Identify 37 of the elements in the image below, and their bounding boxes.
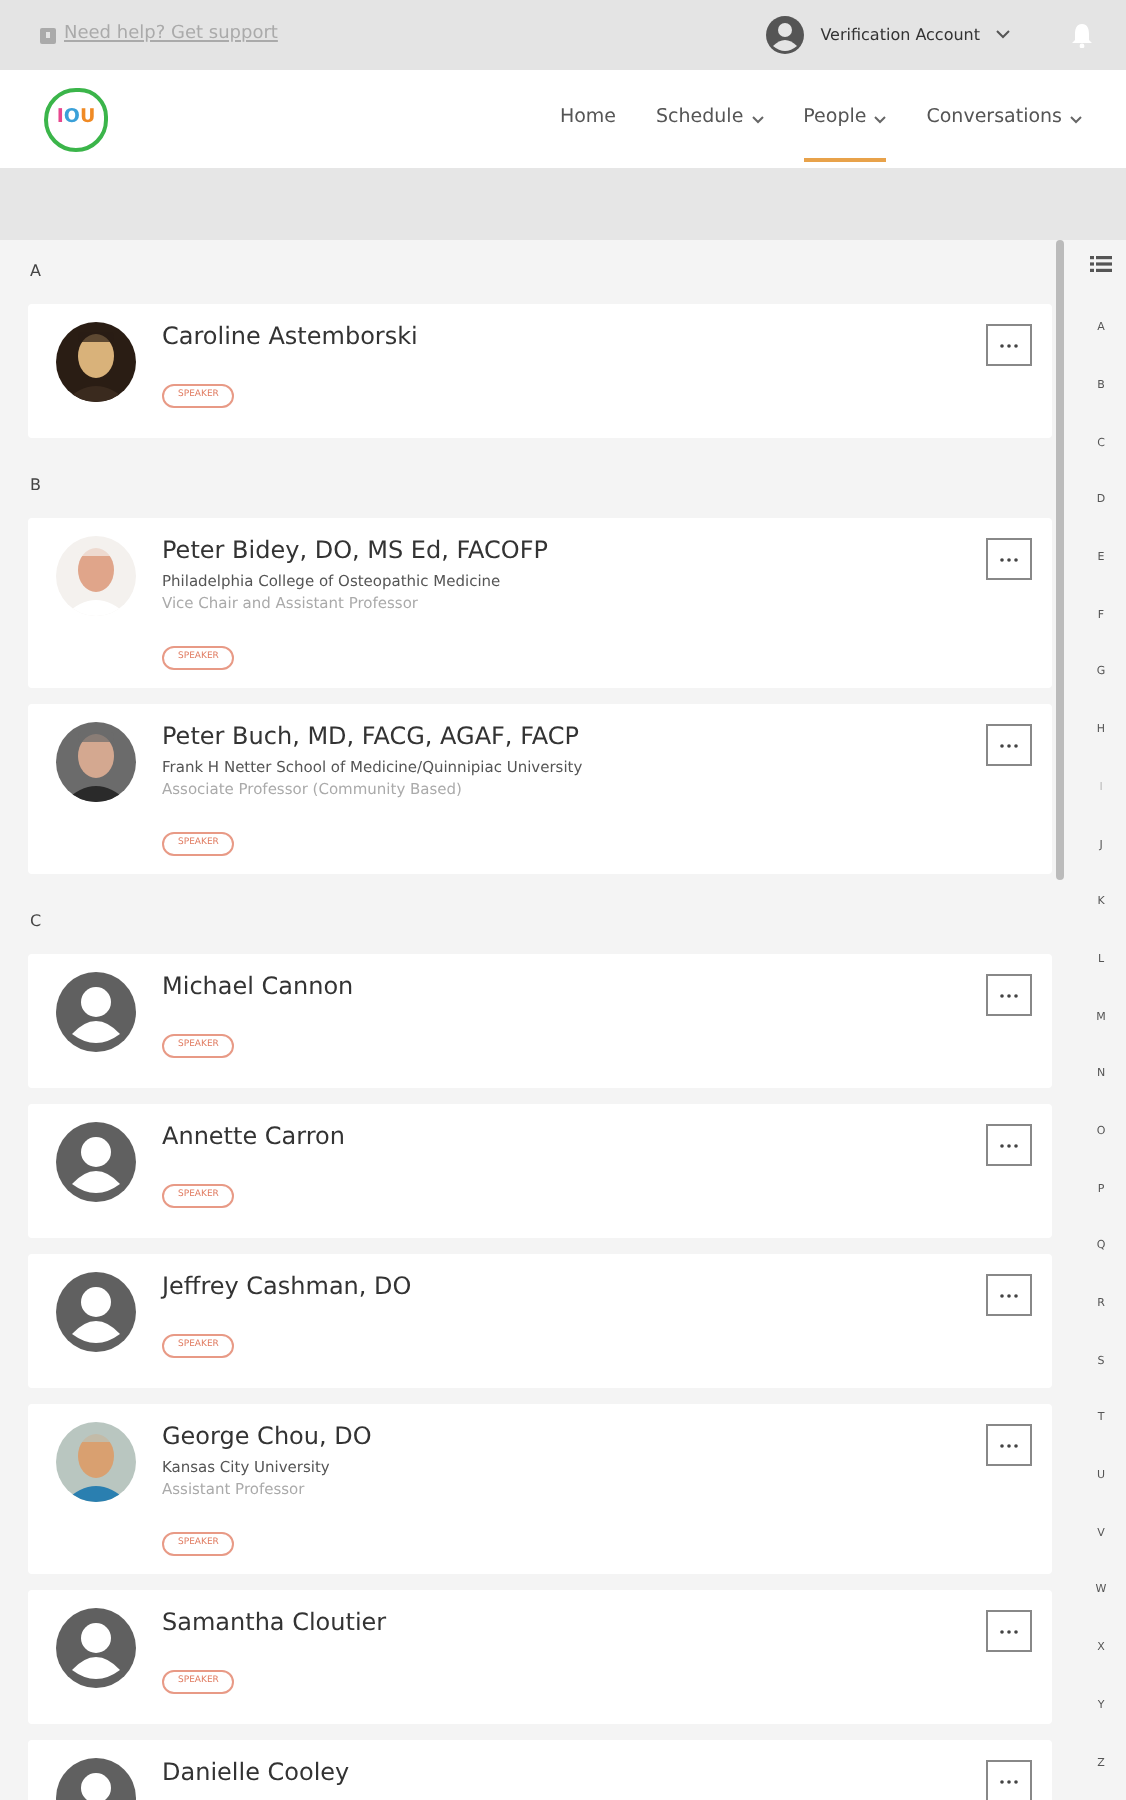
caret-icon[interactable] [996, 30, 1010, 40]
more-button[interactable] [986, 1124, 1032, 1166]
more-button[interactable] [986, 1610, 1032, 1652]
more-button[interactable] [986, 1760, 1032, 1800]
more-button[interactable] [986, 324, 1032, 366]
nav-tab[interactable]: People [803, 76, 887, 162]
help-icon[interactable] [40, 27, 56, 43]
section-letter: B [28, 474, 43, 498]
person-name: George Chou, DO [162, 1422, 374, 1452]
person-name: Peter Bidey, DO, MS Ed, FACOFP [162, 536, 551, 566]
person-card[interactable]: Danielle Cooley [28, 1740, 1052, 1800]
person-name: Annette Carron [162, 1122, 347, 1152]
person-name: Danielle Cooley [162, 1758, 352, 1788]
person-name: Caroline Astemborski [162, 322, 420, 352]
person-icon [56, 1608, 136, 1688]
person-name: Michael Cannon [162, 972, 356, 1002]
section-letter: A [28, 260, 43, 284]
more-button[interactable] [986, 1274, 1032, 1316]
person-name: Samantha Cloutier [162, 1608, 389, 1638]
more-button[interactable] [986, 974, 1032, 1016]
nav-tab[interactable]: Conversations [926, 76, 1082, 162]
section-letter: C [28, 910, 44, 934]
more-button[interactable] [986, 538, 1032, 580]
nav-tab[interactable]: Home [559, 76, 617, 162]
person-name: Jeffrey Cashman, DO [162, 1272, 414, 1302]
nav-tab[interactable]: Schedule [656, 76, 764, 162]
scrollbar[interactable] [1056, 240, 1064, 880]
list-icon[interactable] [1090, 256, 1112, 272]
logo[interactable]: IOU [44, 87, 108, 151]
person-name: Peter Buch, MD, FACG, AGAF, FACP [162, 722, 581, 752]
person-icon [56, 1122, 136, 1202]
person-icon [56, 1272, 136, 1352]
user-avatar-icon[interactable] [766, 16, 805, 54]
more-button[interactable] [986, 1424, 1032, 1466]
more-button[interactable] [986, 724, 1032, 766]
person-icon [56, 972, 136, 1052]
account-name[interactable]: Verification Account [820, 23, 980, 47]
